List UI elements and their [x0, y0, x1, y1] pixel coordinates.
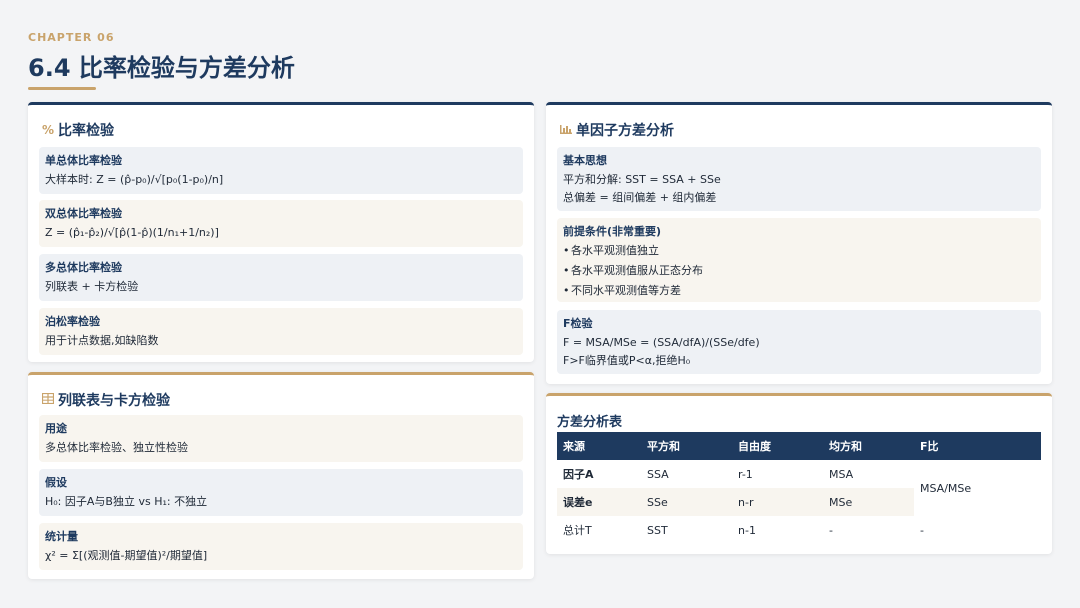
- anova-table-card: 方差分析表 来源 平方和 自由度 均方和 F比 因子A SSA r-1 MSA …: [546, 393, 1052, 554]
- contingency-item-hypothesis: 假设 H₀: 因子A与B独立 vs H₁: 不独立: [39, 469, 523, 516]
- anova-premise-label: 前提条件(非常重要): [563, 225, 662, 238]
- table-cell: MSe: [823, 488, 914, 516]
- ratio-item-label: 单总体比率检验: [45, 154, 122, 167]
- anova-title-text: 单因子方差分析: [576, 123, 674, 139]
- ratio-item-text: 用于计点数据,如缺陷数: [45, 334, 159, 347]
- table-header: F比: [914, 432, 1041, 460]
- contingency-item-text: χ² = Σ[(观测值-期望值)²/期望值]: [45, 549, 208, 562]
- list-item: 不同水平观测值等方差: [563, 281, 1035, 301]
- ratio-test-title: % 比率检验: [41, 120, 114, 140]
- anova-title: 单因子方差分析: [559, 120, 674, 140]
- contingency-item-label: 用途: [45, 422, 67, 435]
- table-row: 总计T SST n-1 - -: [557, 516, 1041, 544]
- table-cell: -: [829, 523, 833, 537]
- ratio-item-label: 泊松率检验: [45, 315, 100, 328]
- ratio-item-label: 多总体比率检验: [45, 261, 122, 274]
- table-cell: SSA: [647, 467, 669, 481]
- f-ratio-cell: MSA/MSe: [920, 481, 972, 495]
- ratio-item-double: 双总体比率检验 Z = (p̂₁-p̂₂)/√[p̂(1-p̂)(1/n₁+1/…: [39, 200, 523, 247]
- table-header: 平方和: [641, 432, 732, 460]
- ratio-item-multi: 多总体比率检验 列联表 + 卡方检验: [39, 254, 523, 301]
- list-item: 各水平观测值服从正态分布: [563, 261, 1035, 281]
- anova-premise-box: 前提条件(非常重要) 各水平观测值独立 各水平观测值服从正态分布 不同水平观测值…: [557, 218, 1041, 302]
- list-item: 各水平观测值独立: [563, 241, 1035, 261]
- contingency-item-statistic: 统计量 χ² = Σ[(观测值-期望值)²/期望值]: [39, 523, 523, 570]
- anova-card: 单因子方差分析 基本思想 平方和分解: SST = SSA + SSe 总偏差 …: [546, 102, 1052, 384]
- contingency-title: 列联表与卡方检验: [41, 390, 170, 410]
- anova-basic-line: 总偏差 = 组间偏差 + 组内偏差: [563, 191, 717, 204]
- table-icon: [41, 392, 55, 407]
- chapter-label: CHAPTER 06: [28, 31, 115, 44]
- title-underline: [28, 87, 96, 90]
- contingency-card: 列联表与卡方检验 用途 多总体比率检验、独立性检验 假设 H₀: 因子A与B独立…: [28, 372, 534, 579]
- anova-table: 来源 平方和 自由度 均方和 F比 因子A SSA r-1 MSA MSA/MS…: [557, 432, 1041, 544]
- page-title: 6.4 比率检验与方差分析: [28, 54, 295, 82]
- contingency-item-label: 统计量: [45, 530, 78, 543]
- chart-icon: [559, 123, 573, 137]
- table-cell: 总计T: [563, 524, 592, 537]
- table-cell: MSA: [829, 467, 854, 481]
- table-cell: SSe: [641, 488, 732, 516]
- contingency-item-label: 假设: [45, 476, 67, 489]
- table-cell: -: [920, 523, 924, 537]
- anova-ftest-label: F检验: [563, 317, 593, 330]
- anova-ftest-box: F检验 F = MSA/MSe = (SSA/dfA)/(SSe/dfe) F>…: [557, 310, 1041, 374]
- table-cell: SST: [647, 523, 668, 537]
- table-cell: n-1: [738, 523, 756, 537]
- anova-ftest-line: F>F临界值或P<α,拒绝H₀: [563, 354, 691, 367]
- ratio-item-label: 双总体比率检验: [45, 207, 122, 220]
- table-header: 来源: [557, 432, 641, 460]
- contingency-title-text: 列联表与卡方检验: [58, 393, 170, 409]
- table-cell: 因子A: [563, 468, 594, 481]
- ratio-item-text: 大样本时: Z = (p̂-p₀)/√[p₀(1-p₀)/n]: [45, 173, 224, 186]
- table-header: 均方和: [823, 432, 914, 460]
- table-header-row: 来源 平方和 自由度 均方和 F比: [557, 432, 1041, 460]
- ratio-item-poisson: 泊松率检验 用于计点数据,如缺陷数: [39, 308, 523, 355]
- anova-table-title-text: 方差分析表: [557, 415, 623, 430]
- table-cell: n-r: [732, 488, 823, 516]
- percent-icon: %: [41, 123, 55, 137]
- ratio-item-text: Z = (p̂₁-p̂₂)/√[p̂(1-p̂)(1/n₁+1/n₂)]: [45, 226, 219, 239]
- anova-basic-box: 基本思想 平方和分解: SST = SSA + SSe 总偏差 = 组间偏差 +…: [557, 147, 1041, 211]
- anova-basic-line: 平方和分解: SST = SSA + SSe: [563, 173, 721, 186]
- anova-table-title: 方差分析表: [557, 411, 622, 430]
- anova-premise-list: 各水平观测值独立 各水平观测值服从正态分布 不同水平观测值等方差: [563, 241, 1035, 301]
- table-cell: r-1: [738, 467, 753, 481]
- contingency-item-text: H₀: 因子A与B独立 vs H₁: 不独立: [45, 495, 208, 508]
- table-row: 因子A SSA r-1 MSA MSA/MSe: [557, 460, 1041, 495]
- ratio-item-single: 单总体比率检验 大样本时: Z = (p̂-p₀)/√[p₀(1-p₀)/n]: [39, 147, 523, 194]
- ratio-test-card: % 比率检验 单总体比率检验 大样本时: Z = (p̂-p₀)/√[p₀(1-…: [28, 102, 534, 362]
- anova-ftest-line: F = MSA/MSe = (SSA/dfA)/(SSe/dfe): [563, 336, 760, 349]
- anova-basic-label: 基本思想: [563, 154, 607, 167]
- table-header: 自由度: [732, 432, 823, 460]
- contingency-item-text: 多总体比率检验、独立性检验: [45, 441, 188, 454]
- ratio-test-title-text: 比率检验: [58, 123, 114, 139]
- ratio-item-text: 列联表 + 卡方检验: [45, 280, 139, 293]
- table-cell: 误差e: [557, 488, 641, 516]
- contingency-item-usage: 用途 多总体比率检验、独立性检验: [39, 415, 523, 462]
